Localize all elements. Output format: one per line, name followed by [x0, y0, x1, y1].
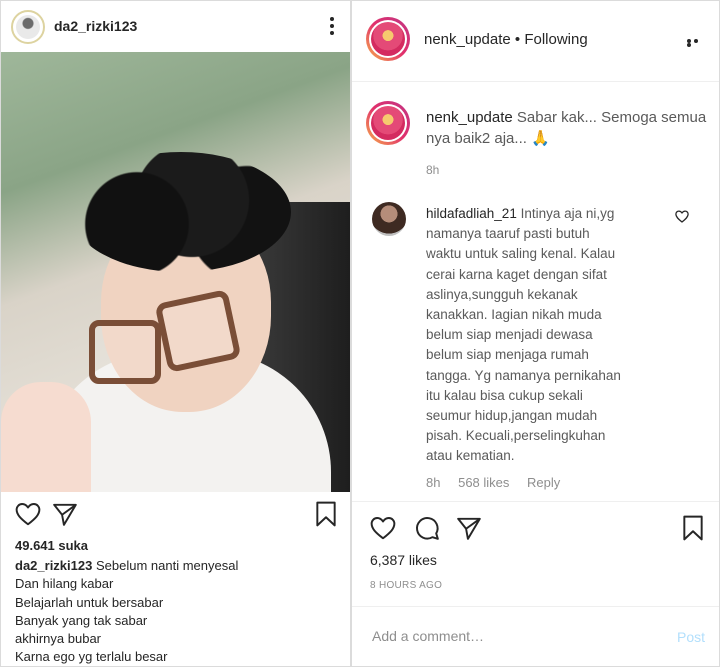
- caption-line: Belajarlah untuk bersabar: [15, 594, 164, 610]
- caption-comment: nenk_update Sabar kak... Semoga semua ny…: [426, 107, 712, 149]
- caption-line: Banyak yang tak sabar: [15, 612, 148, 628]
- follow-status[interactable]: • Following: [515, 31, 588, 48]
- reply-button[interactable]: Reply: [527, 475, 560, 490]
- heart-icon[interactable]: [370, 516, 396, 540]
- comment-line: itu kalau bisa cukup sekali: [426, 387, 583, 403]
- brand-avatar[interactable]: [366, 17, 410, 61]
- more-options-icon[interactable]: [330, 17, 334, 37]
- caption-line: akhirnya bubar: [15, 631, 101, 647]
- comment-line: belum siap menjaga rumah: [426, 347, 589, 363]
- comment-line: tangga. Yg namanya pernikahan: [426, 367, 621, 383]
- left-caption: da2_rizki123 Sebelum nanti menyesal Dan …: [15, 557, 345, 666]
- caption-comment-username[interactable]: nenk_update: [426, 109, 513, 126]
- comment-username[interactable]: hildafadliah_21: [426, 206, 517, 221]
- right-likes-count[interactable]: 6,387 likes: [370, 552, 437, 568]
- bookmark-icon[interactable]: [314, 501, 338, 527]
- caption-line: Karna ego yg terlalu besar: [15, 649, 168, 665]
- bookmark-icon[interactable]: [681, 515, 705, 541]
- add-comment-input[interactable]: [370, 627, 644, 645]
- caption-line: Sebelum nanti menyesal: [95, 558, 239, 573]
- comment-line: pisah. Kecuali,perselingkuhan: [426, 428, 606, 444]
- left-post-header: da2_rizki123: [1, 1, 350, 52]
- comment-line: seumur hidup,jangan mudah: [426, 408, 598, 424]
- comment-time: 8h: [426, 475, 441, 490]
- comment-icon[interactable]: [414, 515, 440, 541]
- divider: [352, 501, 719, 503]
- right-post-header: nenk_update • Following: [352, 1, 719, 82]
- send-icon[interactable]: [52, 502, 78, 526]
- comment-meta: 8h 568 likes Reply: [426, 475, 574, 490]
- right-username[interactable]: nenk_update • Following: [424, 31, 588, 48]
- send-icon[interactable]: [456, 516, 482, 540]
- comment-line: cerai karna kaget dengan sifat: [426, 266, 607, 282]
- comment-line: waktu untuk saling kenal. Kalau: [426, 246, 616, 262]
- add-comment-bar: Post: [352, 606, 719, 666]
- comment-line: namanya taaruf pasti butuh: [426, 226, 590, 242]
- left-likes-count[interactable]: 49.641 suka: [15, 538, 88, 553]
- caption-author-avatar[interactable]: [366, 101, 410, 145]
- left-user-avatar[interactable]: [11, 10, 45, 44]
- post-button[interactable]: Post: [677, 629, 705, 645]
- caption-line: Dan hilang kabar: [15, 576, 114, 592]
- more-icon[interactable]: [687, 39, 705, 47]
- comment-likes[interactable]: 568 likes: [458, 475, 509, 490]
- caption-username[interactable]: da2_rizki123: [15, 558, 92, 573]
- comment-line: kanakkan. Iagian nikah muda: [426, 307, 602, 323]
- post-timestamp: 8 HOURS AGO: [370, 580, 443, 591]
- comment-line: aslinya,sungguh kekanak: [426, 286, 578, 302]
- comment-line: atau kematian.: [426, 448, 515, 464]
- right-post-comments: nenk_update • Following nenk_update Saba…: [351, 0, 720, 667]
- left-post: da2_rizki123 49.641 suka da2_rizki123 Se…: [0, 0, 351, 667]
- comment-line: Intinya aja ni,yg: [520, 206, 615, 221]
- heart-icon[interactable]: [15, 502, 41, 526]
- post-photo[interactable]: [1, 52, 350, 492]
- commenter-avatar[interactable]: [372, 202, 406, 236]
- caption-comment-time: 8h: [426, 163, 440, 177]
- comment-line: belum siap menjadi dewasa: [426, 327, 593, 343]
- comment-like-heart-icon[interactable]: [675, 210, 689, 223]
- left-username[interactable]: da2_rizki123: [54, 18, 137, 34]
- comment-body: hildafadliah_21 Intinya aja ni,yg namany…: [426, 204, 696, 467]
